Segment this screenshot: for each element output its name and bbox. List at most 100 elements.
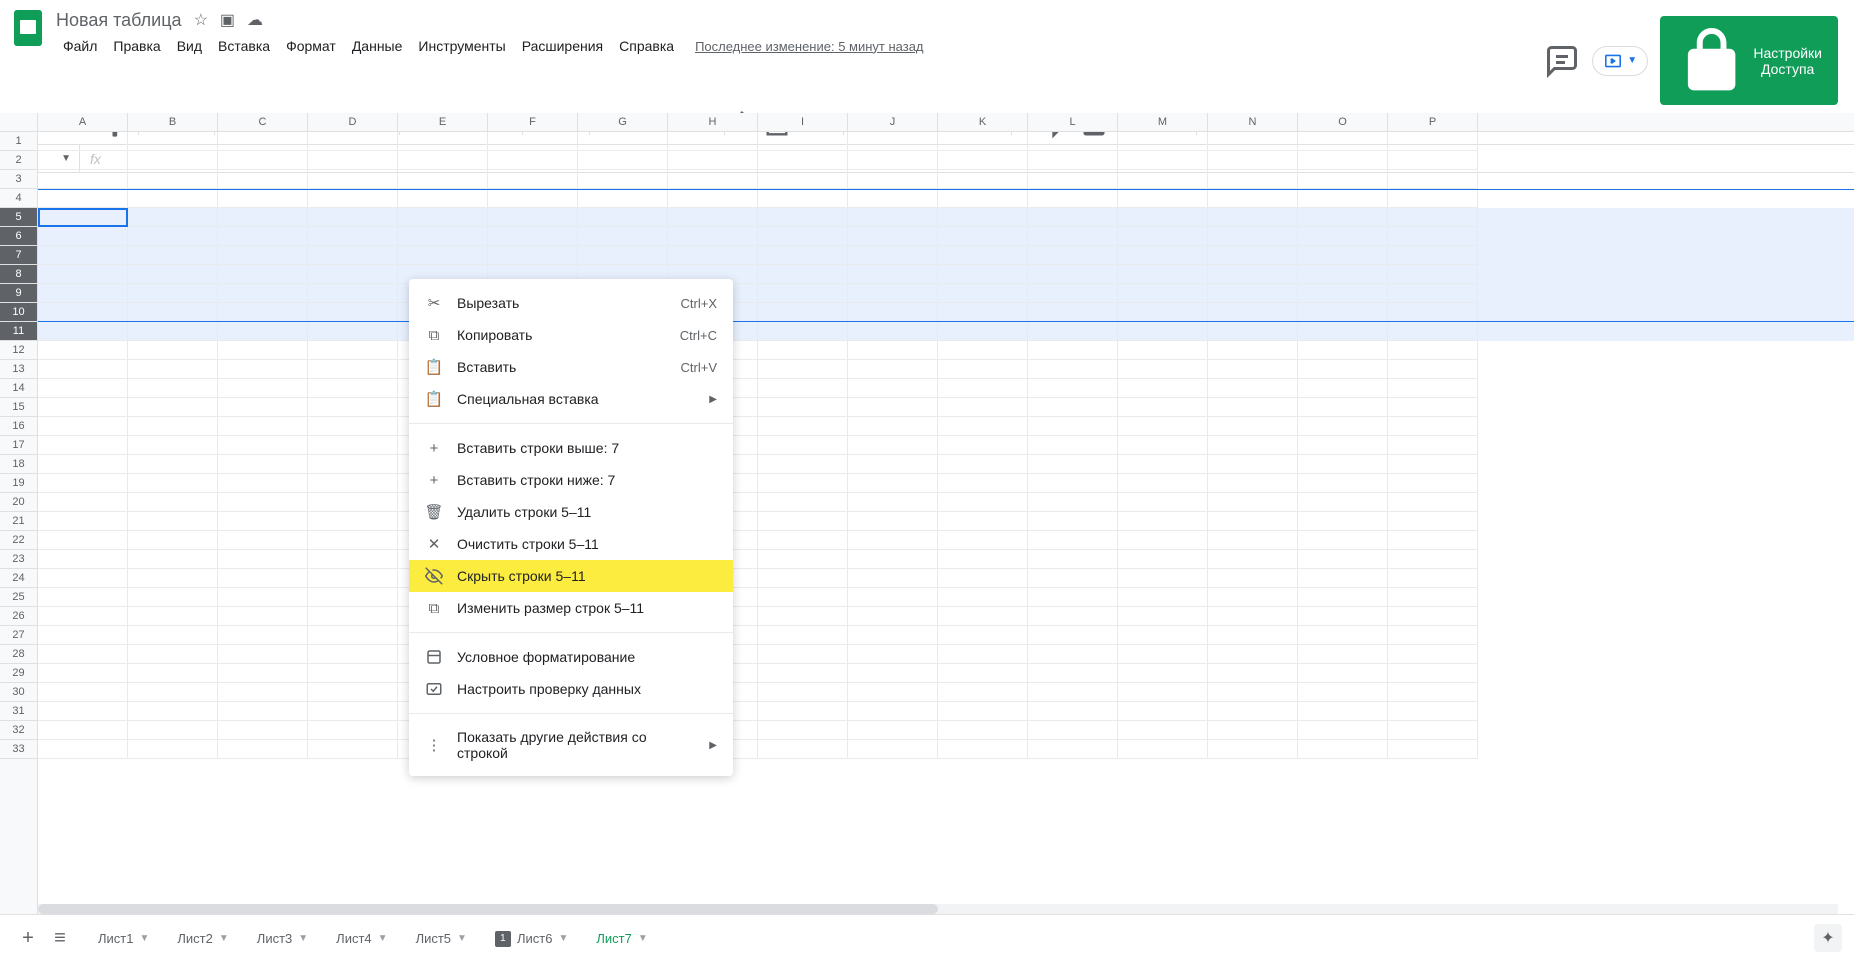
cell[interactable] — [38, 740, 128, 759]
cell[interactable] — [938, 303, 1028, 322]
cell[interactable] — [848, 626, 938, 645]
cell[interactable] — [1028, 436, 1118, 455]
row-header[interactable]: 32 — [0, 721, 37, 740]
ctx-conditional-format[interactable]: Условное форматирование — [409, 641, 733, 673]
cell[interactable] — [1388, 664, 1478, 683]
ctx-insert-rows-below[interactable]: + Вставить строки ниже: 7 — [409, 464, 733, 496]
column-header[interactable]: A — [38, 113, 128, 131]
cell[interactable] — [938, 664, 1028, 683]
cell[interactable] — [128, 284, 218, 303]
cell[interactable] — [1208, 132, 1298, 151]
cell[interactable] — [398, 246, 488, 265]
cell[interactable] — [308, 303, 398, 322]
cell[interactable] — [1208, 265, 1298, 284]
cell[interactable] — [848, 455, 938, 474]
cell[interactable] — [938, 227, 1028, 246]
cell[interactable] — [398, 189, 488, 208]
cell[interactable] — [128, 626, 218, 645]
cell[interactable] — [128, 189, 218, 208]
cell[interactable] — [1028, 721, 1118, 740]
ctx-cut[interactable]: ✂ Вырезать Ctrl+X — [409, 287, 733, 319]
cell[interactable] — [938, 474, 1028, 493]
cell[interactable] — [938, 170, 1028, 189]
row-header[interactable]: 3 — [0, 170, 37, 189]
cell[interactable] — [848, 607, 938, 626]
cell[interactable] — [1118, 607, 1208, 626]
cell[interactable] — [938, 208, 1028, 227]
cell[interactable] — [758, 265, 848, 284]
cell[interactable] — [1388, 702, 1478, 721]
cell[interactable] — [1208, 645, 1298, 664]
cell[interactable] — [38, 550, 128, 569]
cell[interactable] — [218, 664, 308, 683]
cell[interactable] — [848, 417, 938, 436]
cell[interactable] — [128, 740, 218, 759]
cell[interactable] — [128, 664, 218, 683]
cell[interactable] — [1028, 683, 1118, 702]
ctx-clear-rows[interactable]: ✕ Очистить строки 5–11 — [409, 528, 733, 560]
cell[interactable] — [218, 398, 308, 417]
column-header[interactable]: C — [218, 113, 308, 131]
cell[interactable] — [1118, 683, 1208, 702]
menu-данные[interactable]: Данные — [345, 34, 410, 58]
ctx-delete-rows[interactable]: 🗑 Удалить строки 5–11 — [409, 496, 733, 528]
cell[interactable] — [128, 645, 218, 664]
cell[interactable] — [758, 417, 848, 436]
cell[interactable] — [1028, 455, 1118, 474]
cell[interactable] — [38, 170, 128, 189]
cell[interactable] — [938, 512, 1028, 531]
sheet-tab[interactable]: Лист1▼ — [88, 923, 159, 955]
cell[interactable] — [1298, 455, 1388, 474]
column-header[interactable]: L — [1028, 113, 1118, 131]
document-title[interactable]: Новая таблица — [56, 10, 182, 31]
cell[interactable] — [218, 246, 308, 265]
cell[interactable] — [848, 151, 938, 170]
cell[interactable] — [38, 436, 128, 455]
cell[interactable] — [308, 265, 398, 284]
cell[interactable] — [1298, 132, 1388, 151]
cell[interactable] — [488, 189, 578, 208]
cell[interactable] — [758, 607, 848, 626]
row-header[interactable]: 23 — [0, 550, 37, 569]
cell[interactable] — [128, 322, 218, 341]
sheet-tab[interactable]: Лист2▼ — [167, 923, 238, 955]
cell[interactable] — [848, 436, 938, 455]
cell[interactable] — [1208, 455, 1298, 474]
cell[interactable] — [218, 341, 308, 360]
cell[interactable] — [308, 607, 398, 626]
cell[interactable] — [758, 455, 848, 474]
cell[interactable] — [848, 683, 938, 702]
cell[interactable] — [1298, 360, 1388, 379]
cell[interactable] — [1298, 189, 1388, 208]
cell[interactable] — [758, 132, 848, 151]
ctx-hide-rows[interactable]: Скрыть строки 5–11 — [409, 560, 733, 592]
cell[interactable] — [1388, 740, 1478, 759]
cell[interactable] — [1208, 208, 1298, 227]
cell[interactable] — [1388, 512, 1478, 531]
cell[interactable] — [218, 455, 308, 474]
cell[interactable] — [938, 417, 1028, 436]
column-header[interactable]: D — [308, 113, 398, 131]
cell[interactable] — [1118, 208, 1208, 227]
cell[interactable] — [938, 721, 1028, 740]
cell[interactable] — [308, 645, 398, 664]
cell[interactable] — [38, 645, 128, 664]
cell[interactable] — [758, 550, 848, 569]
cell[interactable] — [1028, 132, 1118, 151]
cell[interactable] — [398, 132, 488, 151]
row-header[interactable]: 29 — [0, 664, 37, 683]
cell[interactable] — [1028, 227, 1118, 246]
cell[interactable] — [1118, 569, 1208, 588]
cell[interactable] — [758, 398, 848, 417]
cell[interactable] — [308, 189, 398, 208]
row-header[interactable]: 4 — [0, 189, 37, 208]
cell[interactable] — [308, 151, 398, 170]
row-header[interactable]: 5 — [0, 208, 37, 227]
row-header[interactable]: 10 — [0, 303, 37, 322]
cell[interactable] — [758, 474, 848, 493]
cell[interactable] — [1028, 170, 1118, 189]
cell[interactable] — [128, 208, 218, 227]
cell[interactable] — [758, 246, 848, 265]
row-header[interactable]: 12 — [0, 341, 37, 360]
cell[interactable] — [668, 208, 758, 227]
